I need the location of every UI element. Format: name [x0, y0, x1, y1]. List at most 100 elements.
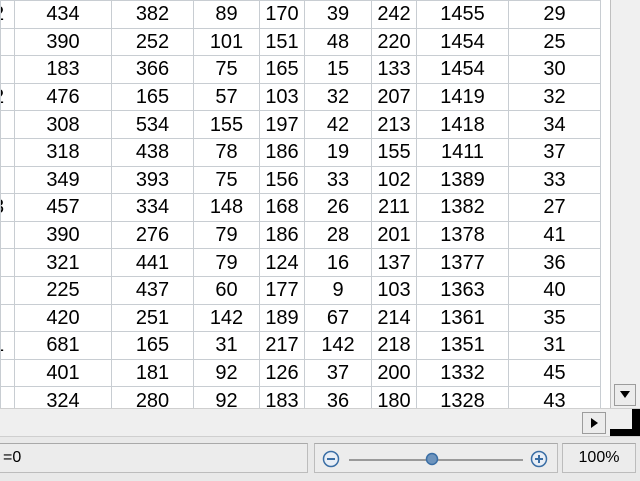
table-cell[interactable]: 390: [14, 27, 112, 57]
table-cell[interactable]: 390: [14, 220, 112, 250]
table-cell[interactable]: 103: [371, 275, 417, 305]
table-cell[interactable]: 133: [371, 55, 417, 84]
table-cell[interactable]: 155: [371, 137, 417, 167]
table-cell[interactable]: 1454: [416, 27, 509, 57]
table-cell[interactable]: 165: [111, 331, 194, 360]
table-cell[interactable]: 33: [508, 165, 601, 195]
table-cell[interactable]: 2: [0, 82, 15, 112]
table-cell[interactable]: 181: [111, 358, 194, 388]
table-cell[interactable]: 142: [193, 303, 260, 333]
vertical-scrollbar[interactable]: [610, 0, 640, 408]
table-cell[interactable]: 137: [371, 248, 417, 277]
table-cell[interactable]: 207: [371, 82, 417, 112]
scroll-down-button[interactable]: [614, 384, 636, 406]
table-cell[interactable]: 60: [193, 275, 260, 305]
table-cell[interactable]: 32: [304, 82, 372, 112]
table-cell[interactable]: 1378: [416, 220, 509, 250]
table-cell[interactable]: 420: [14, 303, 112, 333]
table-cell[interactable]: 1454: [416, 55, 509, 84]
table-cell[interactable]: [0, 55, 15, 84]
table-cell[interactable]: 476: [14, 82, 112, 112]
table-cell[interactable]: 382: [111, 0, 194, 29]
table-cell[interactable]: 252: [111, 27, 194, 57]
table-cell[interactable]: 101: [193, 27, 260, 57]
table-cell[interactable]: 1389: [416, 165, 509, 195]
table-cell[interactable]: 183: [14, 55, 112, 84]
table-cell[interactable]: 27: [508, 193, 601, 222]
table-cell[interactable]: 31: [193, 331, 260, 360]
table-cell[interactable]: 126: [259, 358, 305, 388]
spreadsheet-grid[interactable]: 2434382891703924214552939025210115148220…: [0, 0, 610, 408]
table-cell[interactable]: 197: [259, 110, 305, 139]
table-cell[interactable]: 393: [111, 165, 194, 195]
table-cell[interactable]: 75: [193, 165, 260, 195]
table-cell[interactable]: 89: [193, 0, 260, 29]
table-cell[interactable]: 151: [259, 27, 305, 57]
zoom-thumb[interactable]: [425, 452, 439, 466]
scroll-right-button[interactable]: [582, 412, 606, 434]
table-cell[interactable]: 214: [371, 303, 417, 333]
table-cell[interactable]: 124: [259, 248, 305, 277]
table-cell[interactable]: 1363: [416, 275, 509, 305]
table-cell[interactable]: 75: [193, 55, 260, 84]
table-cell[interactable]: 92: [193, 386, 260, 408]
table-cell[interactable]: 186: [259, 137, 305, 167]
table-cell[interactable]: 251: [111, 303, 194, 333]
table-cell[interactable]: 42: [304, 110, 372, 139]
table-cell[interactable]: 34: [508, 110, 601, 139]
table-cell[interactable]: [0, 358, 15, 388]
table-cell[interactable]: 183: [259, 386, 305, 408]
table-cell[interactable]: 220: [371, 27, 417, 57]
table-cell[interactable]: 225: [14, 275, 112, 305]
table-cell[interactable]: 26: [304, 193, 372, 222]
table-cell[interactable]: 40: [508, 275, 601, 305]
table-cell[interactable]: 35: [508, 303, 601, 333]
table-cell[interactable]: 438: [111, 137, 194, 167]
table-cell[interactable]: 79: [193, 220, 260, 250]
table-cell[interactable]: 78: [193, 137, 260, 167]
table-cell[interactable]: 33: [304, 165, 372, 195]
table-cell[interactable]: 217: [259, 331, 305, 360]
table-cell[interactable]: 67: [304, 303, 372, 333]
horizontal-scrollbar[interactable]: [0, 408, 640, 437]
table-cell[interactable]: 434: [14, 0, 112, 29]
table-cell[interactable]: 9: [304, 275, 372, 305]
table-cell[interactable]: 681: [14, 331, 112, 360]
table-cell[interactable]: 36: [304, 386, 372, 408]
table-cell[interactable]: 28: [304, 220, 372, 250]
table-cell[interactable]: 37: [508, 137, 601, 167]
table-cell[interactable]: 200: [371, 358, 417, 388]
table-cell[interactable]: [0, 386, 15, 408]
table-cell[interactable]: 211: [371, 193, 417, 222]
table-cell[interactable]: 280: [111, 386, 194, 408]
table-cell[interactable]: 441: [111, 248, 194, 277]
table-cell[interactable]: 165: [111, 82, 194, 112]
table-cell[interactable]: [0, 137, 15, 167]
table-cell[interactable]: 401: [14, 358, 112, 388]
zoom-level[interactable]: 100%: [562, 443, 636, 473]
table-cell[interactable]: 102: [371, 165, 417, 195]
table-cell[interactable]: 45: [508, 358, 601, 388]
table-cell[interactable]: 168: [259, 193, 305, 222]
table-cell[interactable]: 41: [508, 220, 601, 250]
table-cell[interactable]: 318: [14, 137, 112, 167]
table-cell[interactable]: [0, 275, 15, 305]
table-cell[interactable]: [0, 27, 15, 57]
table-cell[interactable]: 57: [193, 82, 260, 112]
table-cell[interactable]: 177: [259, 275, 305, 305]
table-cell[interactable]: 308: [14, 110, 112, 139]
table-cell[interactable]: [0, 220, 15, 250]
table-cell[interactable]: 457: [14, 193, 112, 222]
table-cell[interactable]: 32: [508, 82, 601, 112]
table-cell[interactable]: [0, 165, 15, 195]
table-cell[interactable]: 1: [0, 331, 15, 360]
table-cell[interactable]: 155: [193, 110, 260, 139]
table-cell[interactable]: 30: [508, 55, 601, 84]
table-cell[interactable]: 92: [193, 358, 260, 388]
table-cell[interactable]: 29: [508, 0, 601, 29]
table-cell[interactable]: 43: [508, 386, 601, 408]
table-cell[interactable]: 25: [508, 27, 601, 57]
table-cell[interactable]: 534: [111, 110, 194, 139]
table-cell[interactable]: 1332: [416, 358, 509, 388]
table-cell[interactable]: 103: [259, 82, 305, 112]
